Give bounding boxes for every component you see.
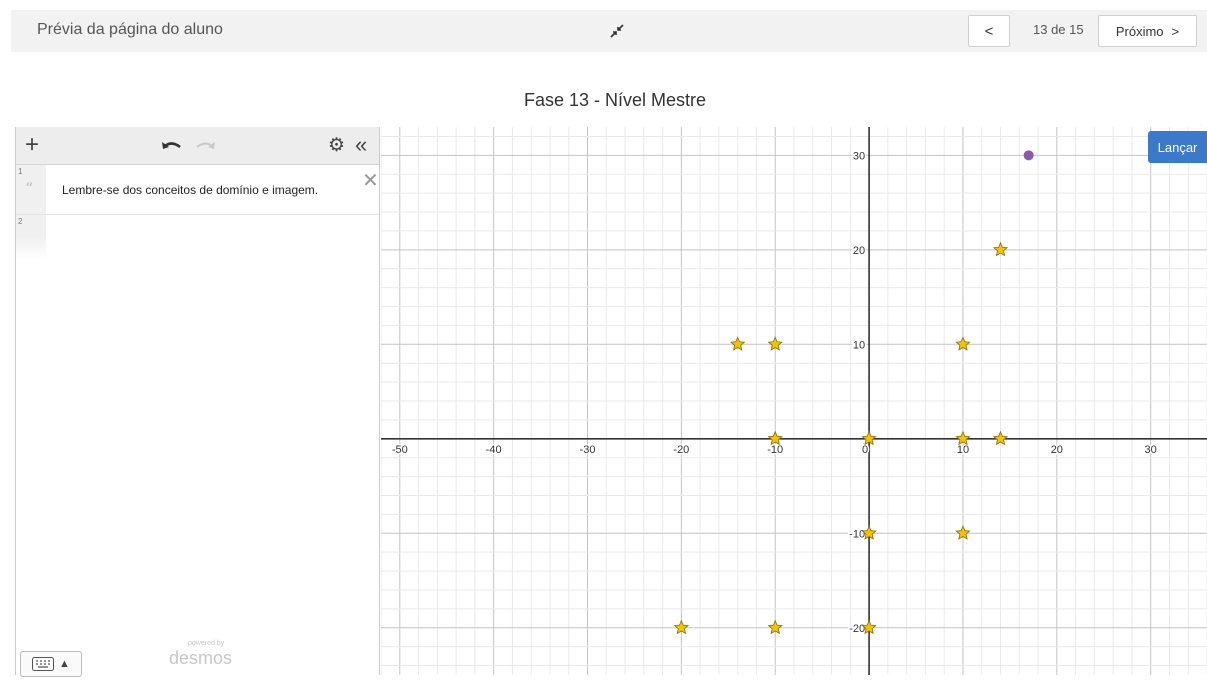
- y-tick-label: 10: [853, 339, 865, 351]
- y-tick-label: 20: [853, 245, 865, 257]
- x-tick-label: 10: [957, 444, 969, 456]
- powered-by-text: powered by: [188, 640, 225, 647]
- x-tick-label: 30: [1145, 444, 1157, 456]
- y-tick-label: -20: [849, 623, 865, 635]
- x-tick-label: -30: [580, 444, 596, 456]
- desmos-logo: desmos: [169, 648, 233, 668]
- launch-button[interactable]: Lançar: [1148, 131, 1207, 163]
- preview-header: Prévia da página do aluno: [11, 10, 1207, 52]
- collapse-arrows-icon[interactable]: [609, 23, 625, 39]
- chevron-left-icon: <: [984, 22, 994, 40]
- keyboard-toggle-button[interactable]: ▲: [20, 651, 82, 677]
- note-text[interactable]: Lembre-se dos conceitos de domínio e ima…: [62, 183, 318, 197]
- x-tick-label: -50: [392, 444, 408, 456]
- previous-button[interactable]: <: [968, 15, 1010, 47]
- row-number: 2: [18, 217, 23, 226]
- note-quote-icon: “: [25, 179, 34, 198]
- next-button-label: Próximo: [1115, 23, 1164, 39]
- row-tab: 2: [16, 215, 46, 260]
- x-tick-label: -10: [767, 444, 783, 456]
- collapse-panel-icon[interactable]: «: [355, 132, 367, 158]
- undo-icon[interactable]: [161, 137, 183, 157]
- keyboard-icon: [32, 657, 55, 671]
- x-tick-label: 0: [862, 444, 868, 456]
- y-tick-label: -10: [849, 528, 865, 540]
- graph-canvas[interactable]: -50 -40 -30 -20 -10 0 10 20 30 30 20 10 -10 -20: [380, 127, 1207, 675]
- point-marker: [1023, 150, 1034, 161]
- expression-row-2[interactable]: 2: [16, 215, 379, 260]
- caret-up-icon: ▲: [59, 658, 70, 670]
- expression-panel: + ⚙ « 1 “ Lembre-se dos conceitos de dom…: [15, 127, 380, 677]
- redo-icon[interactable]: [194, 137, 216, 157]
- x-tick-label: 20: [1051, 444, 1063, 456]
- row-tab: 1 “: [16, 165, 46, 214]
- next-button[interactable]: Próximo >: [1098, 15, 1197, 47]
- chevron-right-icon: >: [1171, 23, 1180, 39]
- x-tick-label: -40: [486, 444, 502, 456]
- expression-row-1[interactable]: 1 “ Lembre-se dos conceitos de domínio e…: [16, 165, 379, 215]
- y-tick-label: 30: [853, 150, 865, 162]
- x-tick-label: -20: [673, 444, 689, 456]
- gear-icon[interactable]: ⚙: [328, 134, 345, 157]
- add-item-button[interactable]: +: [25, 131, 39, 159]
- preview-title: Prévia da página do aluno: [37, 21, 223, 38]
- expression-toolbar: + ⚙ «: [16, 127, 379, 165]
- row-number: 1: [18, 167, 23, 176]
- delete-icon[interactable]: ✕: [362, 168, 379, 193]
- page-counter: 13 de 15: [1033, 22, 1084, 37]
- stage-title: Fase 13 - Nível Mestre: [523, 90, 707, 110]
